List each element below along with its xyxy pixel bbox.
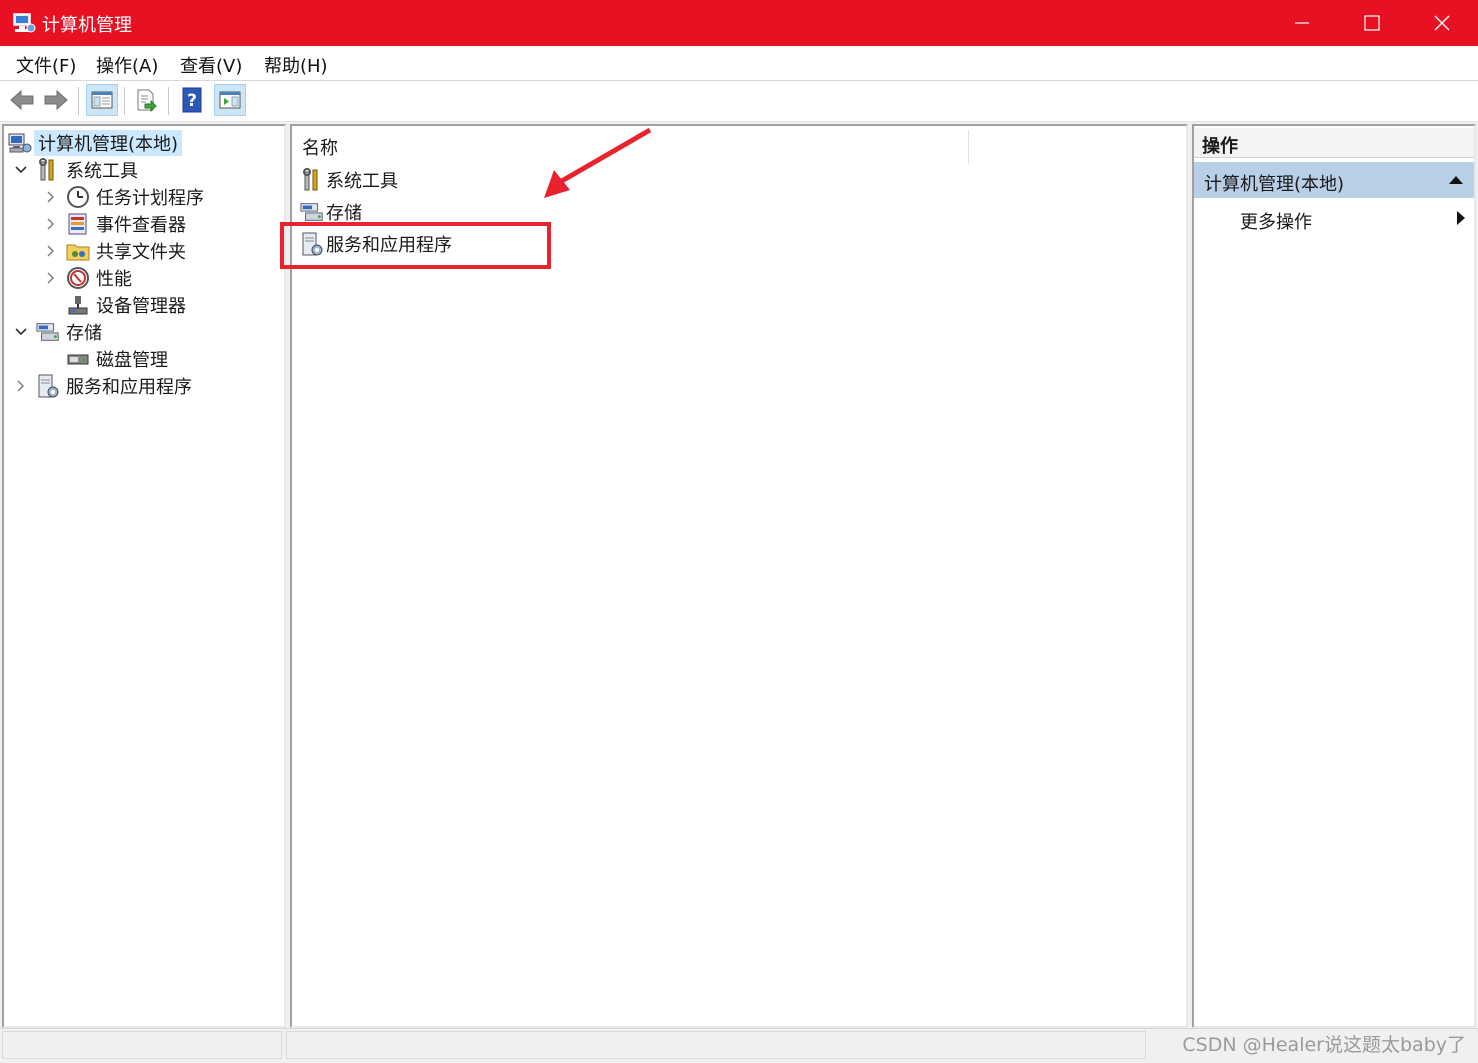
title-bar[interactable]: 计算机管理 <box>0 0 1478 46</box>
console-tree-pane[interactable]: 计算机管理(本地) 系统工具 任务计划程序 事件查看器 共享文件夹 性能 设备管… <box>2 124 286 1028</box>
chevron-right-icon[interactable] <box>44 191 58 203</box>
tree-item-device-manager[interactable]: 设备管理器 <box>66 292 186 318</box>
tree-item-storage[interactable]: 存储 <box>14 319 102 345</box>
watermark-text: CSDN @Healer说这题太baby了 <box>1182 1034 1466 1056</box>
menu-help[interactable]: 帮助(H) <box>264 52 328 78</box>
back-icon <box>10 89 34 111</box>
storage-icon <box>36 320 60 344</box>
performance-icon <box>66 266 90 290</box>
tree-item-label: 共享文件夹 <box>96 242 186 263</box>
event-log-icon <box>66 212 90 236</box>
tree-item-label: 任务计划程序 <box>96 188 204 209</box>
actions-section-computer-management[interactable]: 计算机管理(本地) <box>1194 162 1474 198</box>
tools-icon <box>36 158 60 182</box>
storage-icon <box>300 200 324 224</box>
svg-text:?: ? <box>187 91 197 111</box>
forward-icon <box>44 89 68 111</box>
clock-icon <box>66 185 90 209</box>
tree-item-services-apps[interactable]: 服务和应用程序 <box>14 373 192 399</box>
device-manager-icon <box>66 293 90 317</box>
tree-item-label: 设备管理器 <box>96 296 186 317</box>
tools-icon <box>300 168 324 192</box>
tree-item-label: 服务和应用程序 <box>66 377 192 398</box>
menu-file[interactable]: 文件(F) <box>16 52 76 78</box>
tree-item-label: 性能 <box>96 269 132 290</box>
disk-management-icon <box>66 347 90 371</box>
close-icon <box>1434 15 1450 31</box>
chevron-right-icon[interactable] <box>44 218 58 230</box>
help-icon: ? <box>182 87 202 113</box>
export-list-icon <box>137 89 157 112</box>
annotation-highlight-box <box>280 222 551 269</box>
action-pane[interactable]: 操作 计算机管理(本地) 更多操作 <box>1192 124 1476 1028</box>
chevron-right-icon[interactable] <box>14 380 28 392</box>
actions-section-label: 计算机管理(本地) <box>1204 174 1345 195</box>
actions-header-label: 操作 <box>1202 136 1238 157</box>
window-title: 计算机管理 <box>42 15 132 36</box>
actions-header: 操作 <box>1194 128 1474 158</box>
menu-view[interactable]: 查看(V) <box>180 52 242 78</box>
show-hide-action-pane-button[interactable] <box>214 84 246 116</box>
tree-item-event-viewer[interactable]: 事件查看器 <box>44 211 186 237</box>
status-cell <box>2 1031 282 1059</box>
chevron-right-icon[interactable] <box>44 272 58 284</box>
maximize-button[interactable] <box>1342 0 1402 46</box>
tree-item-shared-folders[interactable]: 共享文件夹 <box>44 238 186 264</box>
shared-folder-icon <box>66 239 90 263</box>
tree-item-system-tools[interactable]: 系统工具 <box>14 157 138 183</box>
close-button[interactable] <box>1412 0 1472 46</box>
tree-item-performance[interactable]: 性能 <box>44 265 132 291</box>
chevron-down-icon[interactable] <box>14 166 28 174</box>
computer-management-icon <box>12 11 36 39</box>
menu-action[interactable]: 操作(A) <box>96 52 158 78</box>
help-button[interactable]: ? <box>176 84 208 116</box>
annotation-arrow-icon <box>544 127 652 198</box>
tree-item-task-scheduler[interactable]: 任务计划程序 <box>44 184 204 210</box>
maximize-icon <box>1364 15 1380 31</box>
more-actions-item[interactable]: 更多操作 <box>1240 208 1312 234</box>
tree-item-label: 计算机管理(本地) <box>34 130 183 156</box>
toolbar: ? <box>0 81 1478 122</box>
computer-management-icon <box>8 131 32 155</box>
minimize-button[interactable] <box>1272 0 1332 46</box>
submenu-arrow-icon[interactable] <box>1456 210 1466 226</box>
minimize-icon <box>1295 22 1309 24</box>
tree-item-label: 系统工具 <box>66 161 138 182</box>
status-cell <box>286 1031 1146 1059</box>
tree-item-label: 存储 <box>66 323 102 344</box>
chevron-right-icon[interactable] <box>44 245 58 257</box>
show-hide-console-tree-button[interactable] <box>86 84 118 116</box>
tree-item-disk-management[interactable]: 磁盘管理 <box>66 346 168 372</box>
chevron-down-icon[interactable] <box>14 328 28 336</box>
forward-button[interactable] <box>40 84 72 116</box>
show-hide-action-pane-icon <box>219 91 241 109</box>
list-item-label: 系统工具 <box>326 171 398 192</box>
menu-bar: 文件(F) 操作(A) 查看(V) 帮助(H) <box>0 46 1478 81</box>
show-hide-console-tree-icon <box>91 91 113 109</box>
tree-item-label: 事件查看器 <box>96 215 186 236</box>
tree-item-label: 磁盘管理 <box>96 350 168 371</box>
column-divider[interactable] <box>968 130 969 164</box>
services-icon <box>36 374 60 398</box>
column-header-name[interactable]: 名称 <box>302 134 338 160</box>
collapse-up-icon[interactable] <box>1448 175 1464 185</box>
export-list-button[interactable] <box>130 84 162 116</box>
list-item-system-tools[interactable]: 系统工具 <box>300 166 398 194</box>
back-button[interactable] <box>6 84 38 116</box>
tree-item-computer-management[interactable]: 计算机管理(本地) <box>8 130 183 156</box>
